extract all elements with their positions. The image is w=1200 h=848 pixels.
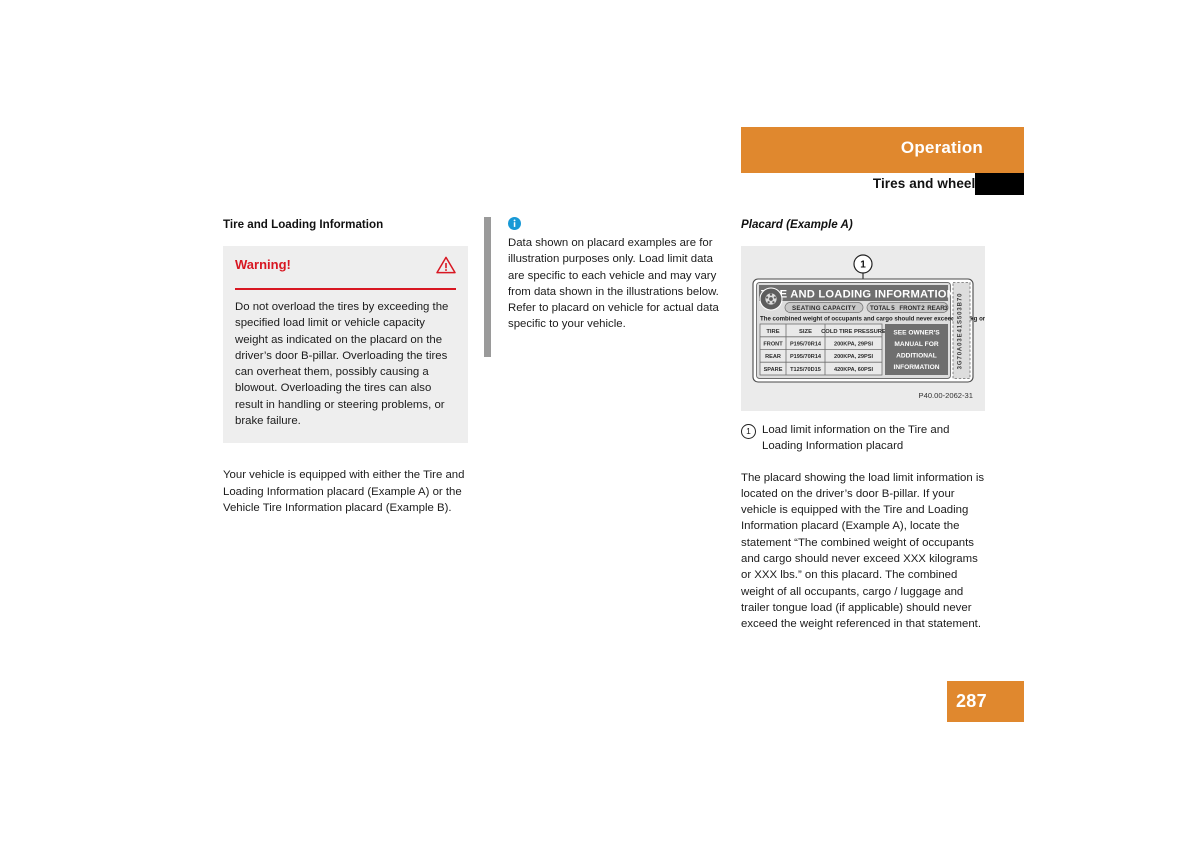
svg-text:P40.00-2062-31: P40.00-2062-31 [919,391,973,400]
svg-text:T125/70D15: T125/70D15 [790,367,821,373]
svg-text:TIRE: TIRE [766,329,779,335]
svg-text:SEE OWNER'S: SEE OWNER'S [893,330,940,337]
svg-text:ADDITIONAL: ADDITIONAL [896,353,937,360]
svg-text:P195/70R14: P195/70R14 [790,354,822,360]
svg-text:The combined weight of occupan: The combined weight of occupants and car… [760,316,985,323]
svg-text:200KPA, 29PSI: 200KPA, 29PSI [834,354,874,360]
right-column-heading: Placard (Example A) [741,218,853,231]
svg-text:REAR: REAR [765,354,781,360]
svg-text:TOTAL: TOTAL [870,305,890,312]
page-number: 287 [956,691,987,711]
warning-divider [235,288,456,290]
svg-text:SEATING CAPACITY: SEATING CAPACITY [792,305,857,312]
warning-callout-box: Warning! Do not overload the tires by ex… [223,246,468,444]
note-accent-bar [484,217,491,357]
caption-callout-number: 1 [741,424,756,439]
left-column-heading: Tire and Loading Information [223,218,384,231]
svg-text:FRONT: FRONT [899,305,921,312]
placard-illustration: 1 TIRE AND LOADING INFORMATION SEATING C… [741,246,985,411]
svg-text:SPARE: SPARE [764,367,783,373]
note-body-text: Data shown on placard examples are for i… [508,237,719,331]
page-header: Operation Tires and wheels [741,127,1024,195]
warning-header: Warning! [235,256,456,285]
warning-triangle-icon [436,256,456,274]
caption-text: Load limit information on the Tire and L… [762,424,950,453]
note-callout: Data shown on placard examples are for i… [484,217,729,357]
section-marker-block [975,173,1024,195]
info-icon [508,217,521,230]
svg-text:1: 1 [860,260,866,271]
svg-text:3G70A03E41S503B70: 3G70A03E41S503B70 [958,293,964,370]
svg-text:420KPA, 60PSI: 420KPA, 60PSI [834,367,874,373]
placard-figure: 1 TIRE AND LOADING INFORMATION SEATING C… [741,246,985,411]
svg-text:COLD TIRE PRESSURE: COLD TIRE PRESSURE [821,329,886,335]
svg-text:5: 5 [891,305,895,312]
svg-text:SIZE: SIZE [799,329,812,335]
svg-text:200KPA, 29PSI: 200KPA, 29PSI [834,342,874,348]
middle-column: Data shown on placard examples are for i… [484,217,729,357]
svg-text:INFORMATION: INFORMATION [893,364,939,371]
right-column-paragraph: The placard showing the load limit infor… [741,471,985,631]
left-column: Tire and Loading Information Warning! Do… [223,217,468,516]
right-column: Placard (Example A) 1 TIRE AND LOADING I… [741,217,985,633]
svg-text:FRONT: FRONT [763,342,783,348]
svg-text:TIRE AND LOADING INFORMATION: TIRE AND LOADING INFORMATION [761,289,955,301]
warning-title: Warning! [235,257,291,272]
warning-body-text: Do not overload the tires by exceeding t… [235,301,449,428]
svg-text:REAR: REAR [927,305,945,312]
page-number-badge: 287 [947,681,1024,722]
left-column-paragraph: Your vehicle is equipped with either the… [223,469,465,514]
section-title: Tires and wheels [872,176,983,191]
svg-text:3: 3 [944,305,948,312]
figure-caption: 1 Load limit information on the Tire and… [741,422,985,455]
chapter-title: Operation [900,138,983,157]
svg-text:MANUAL FOR: MANUAL FOR [894,341,938,348]
svg-text:P195/70R14: P195/70R14 [790,342,822,348]
svg-text:2: 2 [921,305,925,312]
